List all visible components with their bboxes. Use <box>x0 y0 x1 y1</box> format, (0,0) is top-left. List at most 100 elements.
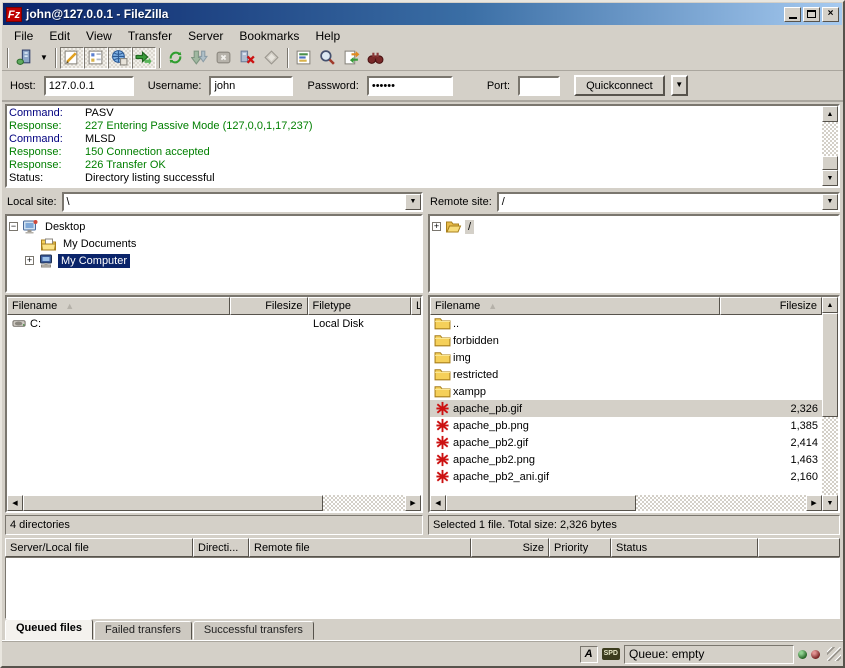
scrollbar-thumb[interactable] <box>822 156 838 170</box>
expand-icon[interactable]: + <box>25 256 34 265</box>
transfer-queue: Server/Local file Directi... Remote file… <box>5 538 840 619</box>
column-header-filesize[interactable]: Filesize <box>720 297 822 315</box>
collapse-icon[interactable]: − <box>9 222 18 231</box>
chevron-down-icon[interactable]: ▼ <box>405 194 421 210</box>
toggle-remote-tree-icon[interactable] <box>108 47 132 69</box>
scroll-right-icon[interactable]: ▶ <box>405 495 421 511</box>
password-input[interactable] <box>367 76 453 96</box>
tab-successful-transfers[interactable]: Successful transfers <box>193 621 314 640</box>
host-input[interactable] <box>44 76 134 96</box>
synchronized-browsing-icon[interactable] <box>340 47 364 69</box>
refresh-icon[interactable] <box>164 47 188 69</box>
tree-item-desktop[interactable]: − Desktop <box>9 218 421 235</box>
scrollbar-thumb[interactable] <box>23 495 323 511</box>
remote-vertical-scrollbar[interactable]: ▲ ▼ <box>822 297 838 511</box>
tree-item-my-documents[interactable]: My Documents <box>9 235 421 252</box>
scroll-down-icon[interactable]: ▼ <box>822 495 838 511</box>
local-horizontal-scrollbar[interactable]: ◀ ▶ <box>7 495 421 511</box>
directory-comparison-icon[interactable] <box>316 47 340 69</box>
minimize-button[interactable] <box>784 7 801 22</box>
toggle-local-tree-icon[interactable] <box>84 47 108 69</box>
documents-folder-icon <box>40 236 57 252</box>
site-manager-dropdown-icon[interactable]: ▼ <box>36 53 52 62</box>
tree-item-root[interactable]: + / <box>432 218 838 235</box>
title-bar: Fz john@127.0.0.1 - FileZilla × <box>3 3 842 25</box>
window-title: john@127.0.0.1 - FileZilla <box>26 7 782 21</box>
column-header-remote-file[interactable]: Remote file <box>249 538 471 557</box>
scroll-left-icon[interactable]: ◀ <box>430 495 446 511</box>
quickconnect-button[interactable]: Quickconnect <box>574 75 665 96</box>
remote-file-row[interactable]: apache_pb2.png 1,463 <box>430 451 822 468</box>
local-status-text: 4 directories <box>5 515 423 535</box>
tab-queued-files[interactable]: Queued files <box>5 619 93 640</box>
remote-file-row[interactable]: forbidden <box>430 332 822 349</box>
menu-view[interactable]: View <box>78 27 120 45</box>
image-file-icon <box>434 452 451 467</box>
remote-file-row[interactable]: xampp <box>430 383 822 400</box>
speed-limits-icon[interactable]: SPD <box>602 648 620 660</box>
scroll-right-icon[interactable]: ▶ <box>806 495 822 511</box>
close-button[interactable]: × <box>822 7 839 22</box>
disconnect-icon[interactable] <box>236 47 260 69</box>
remote-file-row[interactable]: restricted <box>430 366 822 383</box>
expand-icon[interactable]: + <box>432 222 441 231</box>
remote-file-row[interactable]: apache_pb2_ani.gif 2,160 <box>430 468 822 485</box>
port-input[interactable] <box>518 76 560 96</box>
username-input[interactable] <box>209 76 293 96</box>
folder-icon <box>434 333 451 348</box>
menu-transfer[interactable]: Transfer <box>120 27 180 45</box>
directory-listing-filters-icon[interactable] <box>292 47 316 69</box>
scroll-up-icon[interactable]: ▲ <box>822 297 838 313</box>
site-manager-icon[interactable] <box>12 47 36 69</box>
toggle-message-log-icon[interactable] <box>60 47 84 69</box>
scroll-left-icon[interactable]: ◀ <box>7 495 23 511</box>
process-queue-icon[interactable] <box>188 47 212 69</box>
menu-edit[interactable]: Edit <box>41 27 78 45</box>
column-header-size[interactable]: Size <box>471 538 549 557</box>
log-vertical-scrollbar[interactable]: ▲ ▼ <box>822 106 838 186</box>
drive-icon <box>11 316 28 331</box>
quickconnect-dropdown-icon[interactable]: ▼ <box>671 75 688 96</box>
column-header-direction[interactable]: Directi... <box>193 538 249 557</box>
cancel-operation-icon[interactable] <box>212 47 236 69</box>
menu-bookmarks[interactable]: Bookmarks <box>231 27 307 45</box>
tab-failed-transfers[interactable]: Failed transfers <box>94 621 192 640</box>
maximize-button[interactable] <box>803 7 820 22</box>
column-header-lastmodified[interactable]: L <box>411 297 421 315</box>
remote-file-row[interactable]: .. <box>430 315 822 332</box>
remote-site-combobox[interactable]: / ▼ <box>497 192 840 212</box>
menu-server[interactable]: Server <box>180 27 231 45</box>
reconnect-icon[interactable] <box>260 47 284 69</box>
menu-file[interactable]: File <box>6 27 41 45</box>
remote-file-row-selected[interactable]: apache_pb.gif 2,326 <box>430 400 822 417</box>
find-files-icon[interactable] <box>364 47 388 69</box>
remote-horizontal-scrollbar[interactable]: ◀ ▶ <box>430 495 822 511</box>
menu-help[interactable]: Help <box>307 27 348 45</box>
resize-grip[interactable] <box>827 647 841 661</box>
scroll-down-icon[interactable]: ▼ <box>822 170 838 186</box>
remote-file-row[interactable]: img <box>430 349 822 366</box>
local-list-header: Filename▲ Filesize Filetype L <box>7 297 421 315</box>
local-site-combobox[interactable]: \ ▼ <box>62 192 423 212</box>
transfer-type-icon[interactable]: A <box>580 646 598 663</box>
column-header-status[interactable]: Status <box>611 538 758 557</box>
tree-item-my-computer[interactable]: + My Computer <box>9 252 421 269</box>
column-header-filename[interactable]: Filename▲ <box>7 297 230 315</box>
remote-pane: Remote site: / ▼ + / <box>428 191 840 535</box>
remote-status-text: Selected 1 file. Total size: 2,326 bytes <box>428 515 840 535</box>
local-site-label: Local site: <box>5 196 62 208</box>
column-header-server-local-file[interactable]: Server/Local file <box>5 538 193 557</box>
column-header-priority[interactable]: Priority <box>549 538 611 557</box>
remote-file-row[interactable]: apache_pb.png 1,385 <box>430 417 822 434</box>
scroll-up-icon[interactable]: ▲ <box>822 106 838 122</box>
scrollbar-thumb[interactable] <box>446 495 636 511</box>
chevron-down-icon[interactable]: ▼ <box>822 194 838 210</box>
remote-site-value: / <box>499 196 822 208</box>
column-header-filename[interactable]: Filename▲ <box>430 297 720 315</box>
column-header-filetype[interactable]: Filetype <box>308 297 412 315</box>
remote-file-row[interactable]: apache_pb2.gif 2,414 <box>430 434 822 451</box>
scrollbar-thumb[interactable] <box>822 313 838 417</box>
local-file-row[interactable]: C: Local Disk <box>7 315 421 332</box>
column-header-filesize[interactable]: Filesize <box>230 297 308 315</box>
toggle-transfer-queue-icon[interactable] <box>132 47 156 69</box>
